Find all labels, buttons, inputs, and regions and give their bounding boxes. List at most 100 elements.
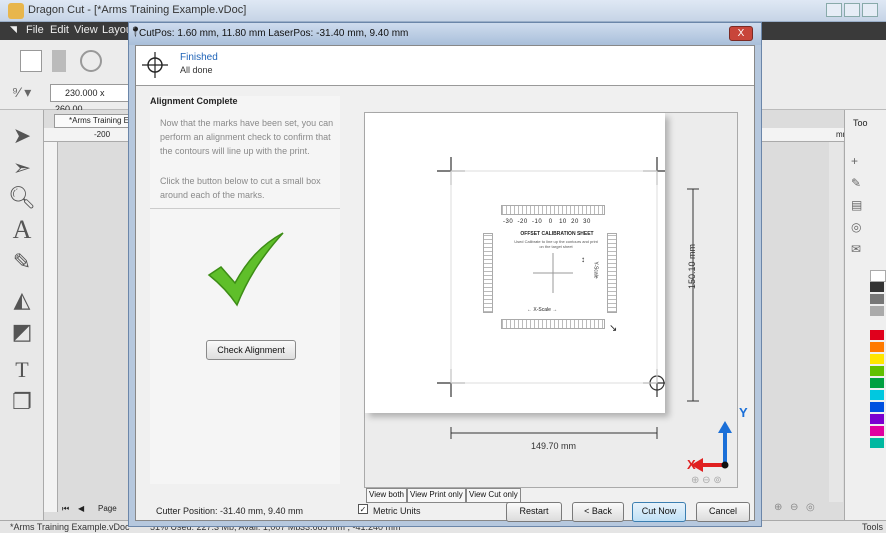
divider [150,208,340,209]
type-tool-icon[interactable]: T [8,356,36,384]
swatch-green[interactable] [870,378,884,388]
swatch-lightgray[interactable] [870,306,884,316]
right-tools: + ✎ ▤ ◎ ✉ [851,150,862,260]
menu-view[interactable]: View [74,24,98,36]
node-edit-icon[interactable]: ➣ [8,154,36,182]
left-toolbox: ➤ ➣ 🔍︎ A ✎ ◭ ◩ T ❐ [0,110,44,520]
app-logo-icon [8,3,24,19]
swatch-lime[interactable] [870,366,884,376]
description-text: Now that the marks have been set, you ca… [160,118,334,156]
check-alignment-button[interactable]: Check Alignment [206,340,296,360]
x-axis-label: X [687,457,696,472]
menu-edit[interactable]: Edit [50,24,69,36]
zoom-out-icon[interactable]: ⊖ [790,502,798,513]
y-axis-label: Y [739,405,748,420]
status-title: Finished [180,52,218,63]
ruler-label: -200 [94,130,111,139]
crosshair-icon [142,52,168,78]
swatch-blue[interactable] [870,402,884,412]
minimize-button[interactable] [826,3,842,17]
dialog-body: Finished All done Alignment Complete Now… [135,45,755,522]
zoom-fit-icon[interactable]: ◎ [806,502,815,513]
zoom-icon[interactable]: 🔍︎ [8,184,36,212]
instruction-text: Click the button below to cut a small bo… [160,176,321,200]
swatch-purple[interactable] [870,414,884,424]
status-tools[interactable]: Tools [862,522,883,532]
app-title-bar: Dragon Cut - [*Arms Training Example.vDo… [0,0,886,22]
dialog-title: CutPos: 1.60 mm, 11.80 mm LaserPos: -31.… [139,28,409,39]
color-palette [870,270,886,480]
envelope-icon[interactable]: ✉ [851,238,862,260]
status-subtitle: All done [180,65,213,75]
alignment-pane: Alignment Complete Now that the marks ha… [150,96,340,484]
dialog-footer: Cutter Position: -31.40 mm, 9.40 mm ✓ Me… [136,502,754,522]
checkmark-icon [207,232,284,307]
prev-page-icon[interactable]: ◀ [78,504,84,513]
section-title: Alignment Complete [150,96,238,106]
swatch-white[interactable] [870,270,886,282]
swatch-magenta[interactable] [870,426,884,436]
first-page-icon[interactable]: ⏮ [62,504,69,514]
app-title: Dragon Cut - [*Arms Training Example.vDo… [28,4,247,16]
cutter-position: Cutter Position: -31.40 mm, 9.40 mm [156,506,304,516]
zoom-fit-icon[interactable]: ⊚ [713,475,721,486]
cut-dialog: 📍︎ CutPos: 1.60 mm, 11.80 mm LaserPos: -… [128,22,762,527]
cancel-button[interactable]: Cancel [696,502,750,522]
metric-units-label: Metric Units [373,506,421,516]
swatch-yellow[interactable] [870,354,884,364]
app-menu-icon[interactable]: ◥ [10,24,17,35]
open-document-icon[interactable] [52,50,66,72]
tab-view-print-only[interactable]: View Print only [407,488,466,503]
add-icon[interactable]: + [851,150,862,172]
cut-now-button[interactable]: Cut Now [632,502,686,522]
menu-file[interactable]: File [26,24,44,36]
status-file: *Arms Training Example.vDoc [10,522,130,532]
tab-view-cut-only[interactable]: View Cut only [466,488,521,503]
layer-icon[interactable]: ▤ [851,194,862,216]
back-button[interactable]: < Back [572,502,624,522]
copy-icon[interactable]: ❐ [8,388,36,416]
dialog-close-button[interactable]: X [729,26,753,41]
close-icon: X [737,28,745,39]
cut-preview: -30 -20 -10 0 10 20 30 OFFSET CALIBRATIO… [364,112,748,488]
brush-icon[interactable]: ✎ [851,172,862,194]
vertical-ruler [44,142,58,512]
new-document-icon[interactable] [20,50,42,72]
doc-tab-label: *Arms Training E [69,116,130,125]
target-icon[interactable]: ◎ [851,216,862,238]
swatch-teal[interactable] [870,438,884,448]
zoom-in-icon[interactable]: ⊕ [774,502,782,513]
close-button[interactable] [862,3,878,17]
page-label: Page [98,504,117,513]
swatch-gray[interactable] [870,294,884,304]
select-arrow-icon[interactable]: ➤ [8,122,36,150]
right-panel-tab[interactable]: Too [853,118,868,128]
maximize-button[interactable] [844,3,860,17]
dialog-title-bar: 📍︎ CutPos: 1.60 mm, 11.80 mm LaserPos: -… [129,23,761,45]
zoom-in-icon[interactable]: ⊕ [691,475,699,486]
doc-tab[interactable]: *Arms Training E [54,114,134,128]
swatch-cyan[interactable] [870,390,884,400]
clock-icon[interactable] [80,50,102,72]
swatch-orange[interactable] [870,342,884,352]
zoom-controls: ⊕ ⊖ ◎ [774,502,834,516]
swatch-black[interactable] [870,282,884,292]
width-label: 149.70 mm [531,441,577,451]
dialog-header: Finished All done [136,46,754,86]
shape-icon[interactable]: ◭ [8,286,36,314]
layout-icon[interactable]: ◩ [8,318,36,346]
zoom-out-icon[interactable]: ⊖ [702,475,710,486]
text-tool-icon[interactable]: A [8,216,36,244]
metric-units-checkbox[interactable]: ✓ [358,504,368,514]
pen-icon[interactable]: ✎ [8,248,36,276]
tab-view-both[interactable]: View both [366,488,407,503]
size-field[interactable]: 230.000 x 260.00 [50,84,130,114]
vertical-scrollbar[interactable] [829,142,843,502]
swatch-red[interactable] [870,330,884,340]
restart-button[interactable]: Restart [506,502,562,522]
tool-options-icon[interactable]: ⁹⁄ ▾ [12,84,31,101]
window-controls[interactable] [826,3,882,18]
height-label: 150.10 mm [687,243,697,289]
preview-zoom-controls: ⊕ ⊖ ⊚ [691,475,722,486]
dimension-lines [450,188,699,439]
